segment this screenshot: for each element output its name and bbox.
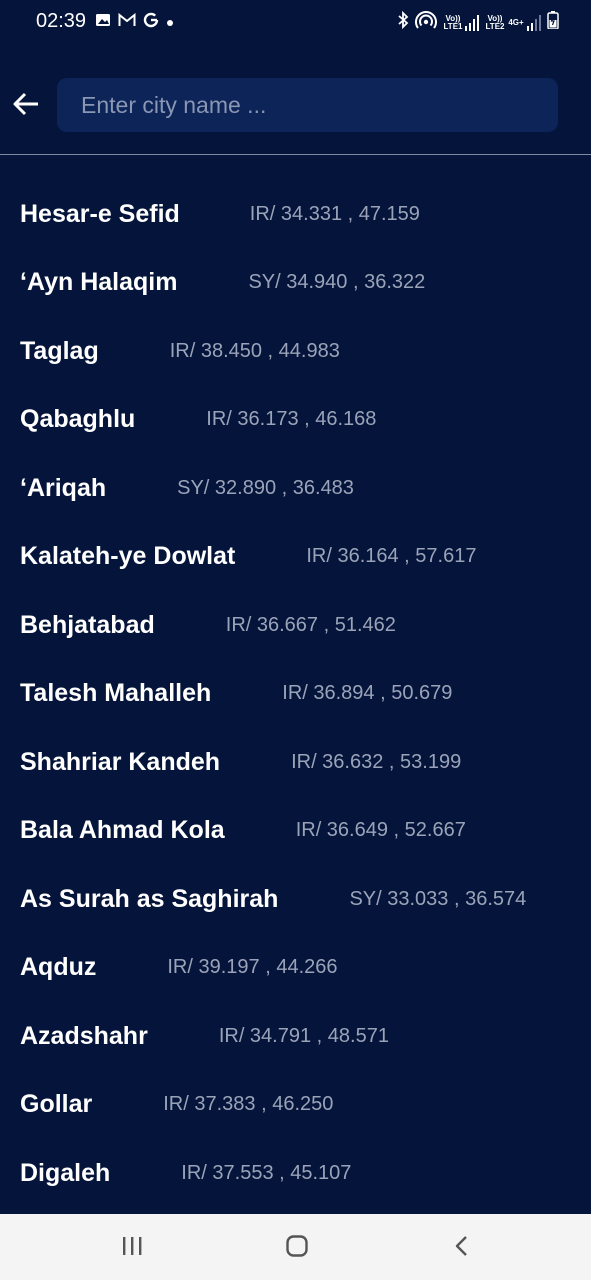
city-list-item[interactable]: Digaleh IR/ 37.553 , 45.107 xyxy=(0,1139,591,1208)
city-name: Behjatabad xyxy=(20,610,155,639)
sim1-label: Vo)) LTE1 xyxy=(443,13,463,31)
city-name: ‘Ayn Halaqim xyxy=(20,268,178,297)
city-name: Kalateh-ye Dowlat xyxy=(20,542,236,571)
city-list-item[interactable]: Bala Ahmad Kola IR/ 36.649 , 52.667 xyxy=(0,797,591,866)
city-name: Digaleh xyxy=(20,1158,111,1187)
status-system-icons: Vo)) LTE1 Vo)) LTE2 4G+ xyxy=(397,10,559,34)
city-name: As Surah as Saghirah xyxy=(20,884,279,913)
city-name: Taglag xyxy=(20,336,99,365)
gmail-icon xyxy=(118,12,136,32)
network-type-label: 4G+ xyxy=(508,17,524,27)
city-coordinates: IR/ 36.667 , 51.462 xyxy=(225,613,396,636)
sim1-signal: Vo)) LTE1 xyxy=(443,13,479,31)
hotspot-icon xyxy=(415,11,437,34)
city-coordinates: IR/ 38.450 , 44.983 xyxy=(169,339,340,362)
city-coordinates: IR/ 37.553 , 45.107 xyxy=(181,1161,352,1184)
city-list-item[interactable]: ‘Ariqah SY/ 32.890 , 36.483 xyxy=(0,454,591,523)
system-nav-bar xyxy=(0,1214,591,1280)
bluetooth-icon xyxy=(397,10,409,34)
signal-bars-icon xyxy=(465,14,479,31)
city-name: Hesar-e Sefid xyxy=(20,199,180,228)
city-name: Shahriar Kandeh xyxy=(20,747,221,776)
back-button[interactable] xyxy=(10,90,42,122)
search-field[interactable] xyxy=(57,78,558,132)
battery-icon xyxy=(547,11,559,34)
city-list-item[interactable]: Gollar IR/ 37.383 , 46.250 xyxy=(0,1071,591,1140)
city-list-item[interactable]: Talesh Mahalleh IR/ 36.894 , 50.679 xyxy=(0,660,591,729)
city-name: Azadshahr xyxy=(20,1021,148,1050)
status-bar: 02:39 Vo)) LTE1 Vo)) LTE2 4G+ xyxy=(0,0,591,46)
city-list-item[interactable]: Taglag IR/ 38.450 , 44.983 xyxy=(0,317,591,386)
city-search-input[interactable] xyxy=(79,90,536,120)
header-divider xyxy=(0,154,591,155)
recents-icon xyxy=(120,1235,144,1262)
status-notification-icons xyxy=(95,12,174,33)
home-button[interactable] xyxy=(282,1234,312,1262)
city-list-item[interactable]: Shahriar Kandeh IR/ 36.632 , 53.199 xyxy=(0,728,591,797)
city-list-item[interactable]: ‘Ayn Halaqim SY/ 34.940 , 36.322 xyxy=(0,249,591,318)
city-list-item[interactable]: Kalateh-ye Dowlat IR/ 36.164 , 57.617 xyxy=(0,523,591,592)
city-coordinates: IR/ 36.632 , 53.199 xyxy=(291,750,462,773)
city-coordinates: IR/ 36.649 , 52.667 xyxy=(295,819,466,842)
city-name: Talesh Mahalleh xyxy=(20,679,212,708)
city-list-item[interactable]: As Surah as Saghirah SY/ 33.033 , 36.574 xyxy=(0,865,591,934)
gallery-icon xyxy=(95,12,111,33)
city-coordinates: IR/ 34.791 , 48.571 xyxy=(218,1024,389,1047)
city-list-item[interactable]: Qabaghlu IR/ 36.173 , 46.168 xyxy=(0,386,591,455)
google-icon xyxy=(143,12,159,33)
city-name: Bala Ahmad Kola xyxy=(20,816,225,845)
status-time: 02:39 xyxy=(36,10,87,32)
notification-dot-icon xyxy=(166,14,174,32)
recents-button[interactable] xyxy=(117,1234,147,1262)
city-coordinates: SY/ 33.033 , 36.574 xyxy=(349,887,527,910)
city-name: Aqduz xyxy=(20,953,97,982)
sim2-signal: Vo)) LTE2 4G+ xyxy=(485,13,541,31)
city-name: Gollar xyxy=(20,1090,93,1119)
city-coordinates: IR/ 39.197 , 44.266 xyxy=(167,956,338,979)
city-list-item[interactable]: Aqduz IR/ 39.197 , 44.266 xyxy=(0,934,591,1003)
city-list: Hesar-e Sefid IR/ 34.331 , 47.159 ‘Ayn Hal… xyxy=(0,180,591,1208)
city-name: ‘Ariqah xyxy=(20,473,107,502)
city-list-item[interactable]: Behjatabad IR/ 36.667 , 51.462 xyxy=(0,591,591,660)
city-coordinates: IR/ 37.383 , 46.250 xyxy=(163,1093,334,1116)
arrow-left-icon xyxy=(12,90,40,123)
city-name: Qabaghlu xyxy=(20,405,136,434)
sim2-label: Vo)) LTE2 xyxy=(485,13,505,31)
chevron-left-icon xyxy=(452,1234,472,1263)
city-coordinates: SY/ 32.890 , 36.483 xyxy=(177,476,354,499)
city-coordinates: IR/ 34.331 , 47.159 xyxy=(249,202,420,225)
nav-back-button[interactable] xyxy=(447,1234,477,1262)
signal-bars-weak-icon xyxy=(527,14,541,31)
city-coordinates: SY/ 34.940 , 36.322 xyxy=(248,271,426,294)
home-icon xyxy=(285,1234,309,1263)
city-coordinates: IR/ 36.173 , 46.168 xyxy=(206,408,377,431)
city-list-item[interactable]: Hesar-e Sefid IR/ 34.331 , 47.159 xyxy=(0,180,591,249)
city-coordinates: IR/ 36.894 , 50.679 xyxy=(282,682,453,705)
city-list-item[interactable]: Azadshahr IR/ 34.791 , 48.571 xyxy=(0,1002,591,1071)
app-header xyxy=(0,46,591,154)
city-coordinates: IR/ 36.164 , 57.617 xyxy=(306,545,477,568)
